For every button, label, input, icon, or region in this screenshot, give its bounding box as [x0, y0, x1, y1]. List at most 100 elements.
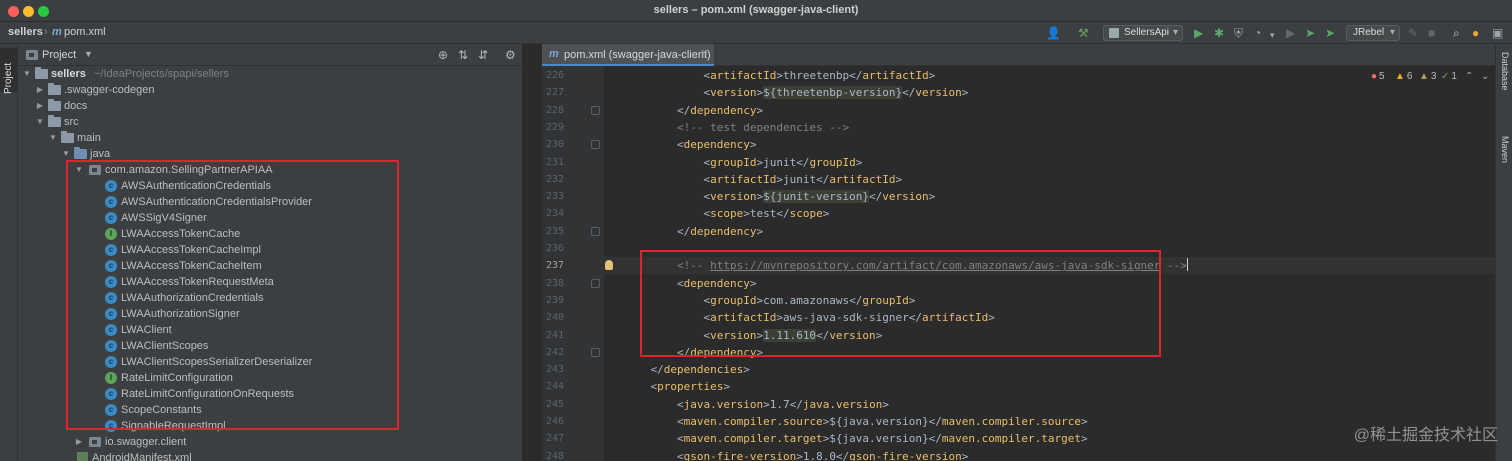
lightbulb-icon[interactable]: [605, 260, 613, 271]
run-config-icon: [1109, 28, 1119, 38]
code-token: version: [882, 190, 929, 204]
code-line[interactable]: 233 <version>${junit-version}</version>: [542, 188, 1495, 205]
code-token: <: [624, 155, 711, 169]
gear-icon[interactable]: ⚙: [505, 48, 516, 62]
code-token: <: [624, 449, 684, 461]
breadcrumb-project[interactable]: sellers: [8, 26, 43, 38]
tree-item-android-manifest[interactable]: AndroidManifest.xml: [18, 450, 522, 461]
code-line[interactable]: 231 <groupId>junit</groupId>: [542, 154, 1495, 171]
tree-item-src[interactable]: ▼ src: [18, 114, 522, 130]
chevron-down-icon[interactable]: ▼: [48, 130, 58, 146]
run-icon[interactable]: ▶: [1194, 26, 1203, 40]
tree-item-main[interactable]: ▼ main: [18, 130, 522, 146]
collapse-all-icon[interactable]: ⇵: [478, 48, 488, 62]
code-line[interactable]: 232 <artifactId>junit</artifactId>: [542, 171, 1495, 188]
code-line[interactable]: 234 <scope>test</scope>: [542, 205, 1495, 222]
code-line[interactable]: 247 <maven.compiler.target>${java.versio…: [542, 430, 1495, 447]
code-line[interactable]: 246 <maven.compiler.source>${java.versio…: [542, 413, 1495, 430]
chevron-right-icon[interactable]: ▶: [74, 434, 84, 450]
code-line[interactable]: 245 <java.version>1.7</java.version>: [542, 396, 1495, 413]
close-icon[interactable]: ✕: [700, 48, 708, 59]
code-token: >junit</: [756, 155, 810, 169]
line-number: 237: [545, 260, 564, 272]
tree-item-label: main: [77, 132, 101, 144]
code-token: >${java.version}</: [822, 432, 942, 446]
code-text: <maven.compiler.target>${java.version}</…: [624, 430, 1088, 447]
code-line[interactable]: 227 <version>${threetenbp-version}</vers…: [542, 84, 1495, 101]
breadcrumb-file[interactable]: pom.xml: [64, 26, 106, 38]
code-line[interactable]: 248 <gson-fire-version>1.8.0</gson-fire-…: [542, 448, 1495, 461]
jrebel-select[interactable]: JRebel: [1346, 25, 1400, 41]
code-line[interactable]: 230 <dependency>: [542, 136, 1495, 153]
code-token: >: [928, 190, 936, 204]
code-token: >threetenbp</: [776, 69, 863, 82]
chevron-down-icon[interactable]: ▼: [35, 114, 45, 130]
more-run-options-icon[interactable]: ▾: [1270, 28, 1275, 42]
code-line[interactable]: 228 </dependency>: [542, 102, 1495, 119]
line-number: 234: [545, 208, 564, 220]
watermark: @稀土掘金技术社区: [1353, 427, 1498, 444]
project-tool-tab[interactable]: Project: [0, 48, 17, 94]
tree-item-docs[interactable]: ▶ docs: [18, 98, 522, 114]
ide-update-icon[interactable]: ●: [1472, 26, 1479, 40]
project-panel-title[interactable]: Project: [42, 49, 76, 61]
code-token: version: [915, 86, 962, 100]
search-icon[interactable]: ⌕: [1453, 26, 1460, 40]
chevron-down-icon[interactable]: ▼: [22, 66, 32, 82]
coverage-icon[interactable]: ⛨: [1234, 26, 1243, 40]
code-token: <: [624, 380, 658, 394]
fold-marker-icon[interactable]: [591, 105, 600, 115]
database-tool-tab[interactable]: Database: [1500, 52, 1510, 91]
code-line[interactable]: 229 <!-- test dependencies -->: [542, 119, 1495, 136]
locate-icon[interactable]: ⊕: [438, 48, 448, 62]
debug-icon[interactable]: ✱: [1214, 26, 1224, 40]
tree-item-label: docs: [64, 100, 88, 112]
fold-marker-icon[interactable]: [591, 140, 600, 150]
run-configuration-select[interactable]: SellersApi: [1103, 25, 1183, 41]
code-token: artifactId: [710, 69, 777, 82]
code-token: artifactId: [710, 172, 777, 186]
expand-all-icon[interactable]: ⇅: [458, 48, 468, 62]
tree-item-sellers[interactable]: ▼ sellers ~/IdeaProjects/spapi/sellers: [18, 66, 522, 82]
code-line[interactable]: 226 <artifactId>threetenbp</artifactId>: [542, 67, 1495, 84]
jrebel-run-icon[interactable]: ➤: [1305, 26, 1315, 40]
jrebel-debug-icon[interactable]: ➤: [1325, 26, 1335, 40]
update-icon[interactable]: ✎: [1408, 26, 1418, 40]
user-icon[interactable]: 👤: [1046, 26, 1061, 40]
code-line[interactable]: 235 </dependency>: [542, 223, 1495, 240]
fold-marker-icon[interactable]: [591, 226, 600, 236]
fold-marker-icon[interactable]: [591, 347, 600, 357]
code-token: >: [743, 363, 750, 377]
profile-icon[interactable]: ◔: [1254, 26, 1261, 40]
code-text: <version>${junit-version}</version>: [624, 188, 935, 205]
fold-marker-icon[interactable]: [591, 278, 600, 288]
code-token: >: [1080, 432, 1088, 446]
tree-item-swagger-codegen[interactable]: ▶ .swagger-codegen: [18, 82, 522, 98]
code-token: >: [961, 86, 969, 100]
chevron-down-icon[interactable]: ▼: [84, 49, 93, 59]
line-number: 239: [545, 294, 564, 306]
line-number: 244: [545, 381, 564, 393]
maven-tool-tab[interactable]: Maven: [1500, 136, 1510, 163]
project-view-icon: [26, 50, 38, 60]
code-text: <scope>test</scope>: [624, 205, 829, 222]
chevron-right-icon[interactable]: ▶: [35, 98, 45, 114]
navigation-toolbar: sellers › m pom.xml 👤 ⚒ SellersApi ▶ ✱ ⛨…: [0, 22, 1512, 44]
code-text: <gson-fire-version>1.8.0</gson-fire-vers…: [624, 448, 968, 461]
stop-icon[interactable]: ■: [1428, 26, 1435, 40]
line-number: 227: [545, 87, 564, 99]
tree-item-package-io-swagger-client[interactable]: ▶ io.swagger.client: [18, 434, 522, 450]
build-hammer-icon[interactable]: ⚒: [1078, 26, 1089, 40]
code-token: version: [710, 86, 757, 100]
chevron-right-icon[interactable]: ▶: [35, 82, 45, 98]
code-token: >: [1080, 415, 1088, 428]
attach-icon[interactable]: ▶: [1286, 26, 1295, 40]
code-line[interactable]: 243 </dependencies>: [542, 361, 1495, 378]
code-token: <: [624, 69, 711, 82]
plugin-icon[interactable]: ▣: [1492, 26, 1503, 40]
code-line[interactable]: 244 <properties>: [542, 378, 1495, 395]
tab-pom-xml[interactable]: m pom.xml (swagger-java-client) ✕: [542, 44, 714, 66]
project-panel: Project ▼ ⊕ ⇅ ⇵ ⚙ ▼ sellers ~/IdeaProjec…: [18, 44, 522, 461]
tree-item-label: src: [64, 116, 79, 128]
code-token: ${threetenbp-version}: [763, 86, 903, 100]
